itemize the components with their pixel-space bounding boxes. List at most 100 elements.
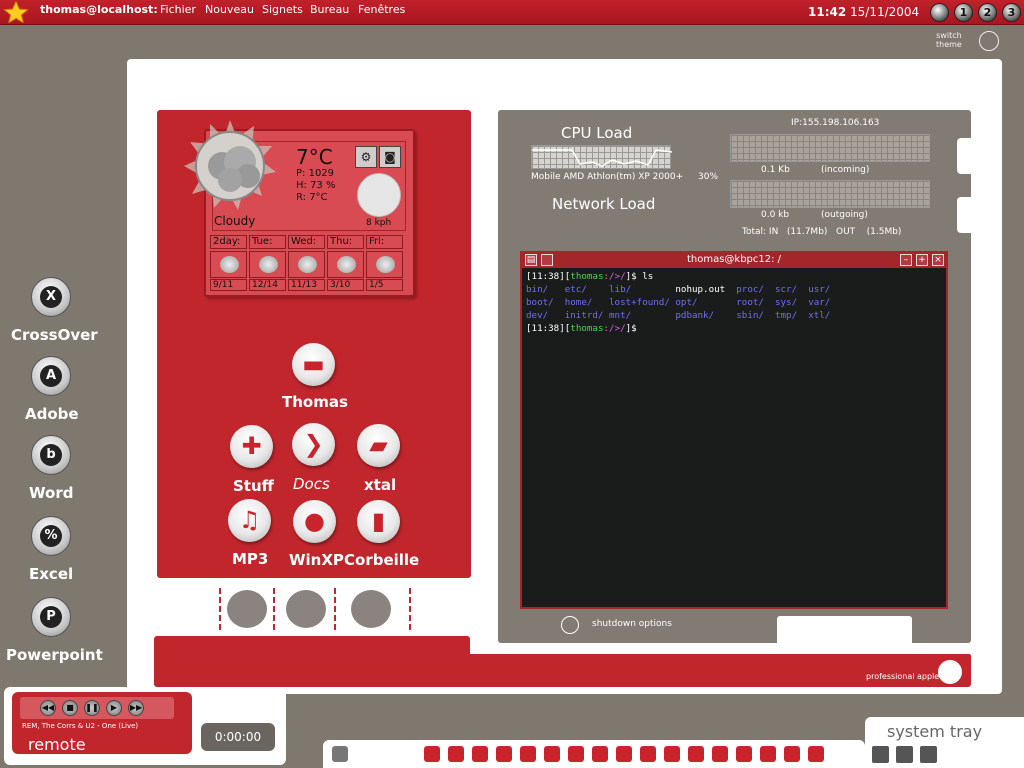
dock-label-excel[interactable]: Excel bbox=[29, 565, 73, 583]
taskbar-app-icon[interactable] bbox=[736, 746, 752, 762]
word-icon[interactable]: b bbox=[31, 435, 71, 475]
taskbar-app-icon[interactable] bbox=[760, 746, 776, 762]
panel-side-tab[interactable] bbox=[957, 138, 987, 174]
taskbar-app-icon[interactable] bbox=[448, 746, 464, 762]
taskbar-app-icon[interactable] bbox=[712, 746, 728, 762]
taskbar-app-icon[interactable] bbox=[520, 746, 536, 762]
terminal-ls-entry: lib/ bbox=[609, 284, 676, 295]
tray-app-icon[interactable] bbox=[920, 746, 937, 763]
excel-icon[interactable]: % bbox=[31, 516, 71, 556]
tab-system[interactable] bbox=[341, 588, 411, 630]
menu-fenetres[interactable]: Fenêtres bbox=[358, 3, 405, 16]
clock[interactable]: 11:42 bbox=[808, 5, 846, 19]
forecast-day: Wed: bbox=[288, 235, 325, 249]
weather-camera-icon[interactable]: ◙ bbox=[379, 146, 401, 168]
apple-logo-icon bbox=[938, 660, 962, 684]
app-label-xtal[interactable]: xtal bbox=[364, 476, 396, 494]
terminal-ls-entry: mnt/ bbox=[609, 310, 676, 321]
xtal-icon[interactable]: ▰ bbox=[357, 424, 400, 467]
dock-label-word[interactable]: Word bbox=[29, 484, 73, 502]
menu-bureau[interactable]: Bureau bbox=[310, 3, 349, 16]
app-label-winxp[interactable]: WinXP bbox=[289, 551, 344, 569]
taskbar-app-icon[interactable] bbox=[664, 746, 680, 762]
branding-text: professional apple bbox=[866, 672, 940, 681]
taskbar-app-icon[interactable] bbox=[544, 746, 560, 762]
stuff-icon[interactable]: ✚ bbox=[230, 425, 273, 468]
next-track-button[interactable]: ▶▶ bbox=[128, 700, 144, 716]
play-button[interactable]: ▶ bbox=[106, 700, 122, 716]
adobe-icon[interactable]: A bbox=[31, 356, 71, 396]
weather-condition: Cloudy bbox=[214, 214, 256, 228]
shutdown-options-link[interactable]: shutdown options bbox=[592, 619, 672, 629]
minimize-icon[interactable]: – bbox=[900, 254, 912, 266]
cpu-load-line bbox=[532, 149, 673, 167]
crossover-icon[interactable]: X bbox=[31, 277, 71, 317]
weather-temperature: 7°C bbox=[296, 145, 333, 169]
tray-mixer-icon[interactable] bbox=[896, 746, 913, 763]
tray-plug-icon[interactable] bbox=[872, 746, 889, 763]
docs-icon[interactable]: ❯ bbox=[292, 423, 335, 466]
tab-media[interactable] bbox=[219, 588, 275, 630]
app-label-stuff[interactable]: Stuff bbox=[233, 477, 274, 495]
stop-button[interactable]: ■ bbox=[62, 700, 78, 716]
taskbar-app-icon[interactable] bbox=[568, 746, 584, 762]
mp3-music-icon[interactable]: ♫ bbox=[228, 499, 271, 542]
menu-signets[interactable]: Signets bbox=[262, 3, 303, 16]
switch-theme-icon[interactable] bbox=[979, 31, 999, 51]
terminal-titlebar[interactable]: ▤ thomas@kbpc12: / – + × bbox=[522, 253, 946, 268]
terminal-ls-entry: usr/ bbox=[808, 284, 842, 295]
taskbar-app-icon[interactable] bbox=[784, 746, 800, 762]
terminal-output[interactable]: [11:38][thomas:/>/]$ ls bin/ etc/ lib/ no… bbox=[526, 270, 841, 335]
forecast-temps: 9/11 bbox=[210, 279, 247, 291]
terminal-ls-row: dev/ initrd/ mnt/ pdbank/ sbin/ tmp/ xtl… bbox=[526, 309, 841, 322]
menu-nouveau[interactable]: Nouveau bbox=[205, 3, 254, 16]
panel-side-tab[interactable] bbox=[957, 197, 987, 233]
terminal-ls-entry: sys/ bbox=[774, 297, 809, 308]
app-label-thomas[interactable]: Thomas bbox=[282, 393, 348, 411]
kde-menu-star-icon[interactable] bbox=[2, 1, 30, 23]
desktop-3-button[interactable]: 3 bbox=[1002, 3, 1021, 22]
weather-wind-speed: 8 kph bbox=[366, 218, 392, 228]
dock-label-powerpoint[interactable]: Powerpoint bbox=[6, 646, 103, 664]
switch-theme-label[interactable]: switch theme bbox=[936, 31, 962, 49]
taskbar-app-icon[interactable] bbox=[424, 746, 440, 762]
outgoing-rate: 0.0 kb bbox=[761, 210, 790, 220]
taskbar-app-icon[interactable] bbox=[472, 746, 488, 762]
dock-label-adobe[interactable]: Adobe bbox=[25, 405, 79, 423]
power-icon[interactable] bbox=[561, 616, 579, 634]
terminal-ls-entry: bin/ bbox=[526, 284, 565, 295]
taskbar-app-icon[interactable] bbox=[688, 746, 704, 762]
taskbar-app-icon[interactable] bbox=[808, 746, 824, 762]
taskbar-app-icon[interactable] bbox=[592, 746, 608, 762]
desktop-overview-icon[interactable] bbox=[930, 3, 949, 22]
terminal-ls-entry: nohup.out bbox=[675, 284, 737, 295]
terminal-prompt-line: [11:38][thomas:/>/]$ ls bbox=[526, 271, 654, 282]
maximize-icon[interactable]: + bbox=[916, 254, 928, 266]
dock-label-crossover[interactable]: CrossOver bbox=[11, 326, 98, 344]
powerpoint-icon[interactable]: P bbox=[31, 597, 71, 637]
taskbar-app-icon[interactable] bbox=[616, 746, 632, 762]
terminal-window[interactable]: ▤ thomas@kbpc12: / – + × [11:38][thomas:… bbox=[520, 251, 948, 609]
trash-icon[interactable]: ▮ bbox=[357, 500, 400, 543]
remote-label: remote bbox=[28, 735, 86, 754]
app-label-mp3[interactable]: MP3 bbox=[232, 550, 268, 568]
winxp-apple-icon[interactable]: ● bbox=[293, 500, 336, 543]
tab-programs[interactable] bbox=[280, 588, 336, 630]
desktop-2-button[interactable]: 2 bbox=[978, 3, 997, 22]
thomas-home-icon[interactable]: ▬ bbox=[292, 343, 335, 386]
forecast-day: Fri: bbox=[366, 235, 403, 249]
app-label-corbeille[interactable]: Corbeille bbox=[344, 551, 419, 569]
taskbar-app-icon[interactable] bbox=[496, 746, 512, 762]
forecast-day: Tue: bbox=[249, 235, 286, 249]
forecast-temps: 11/13 bbox=[288, 279, 325, 291]
show-desktop-icon[interactable] bbox=[332, 746, 348, 762]
close-icon[interactable]: × bbox=[932, 254, 944, 266]
forecast-weather-icon bbox=[249, 251, 286, 278]
previous-track-button[interactable]: ◀◀ bbox=[40, 700, 56, 716]
menu-fichier[interactable]: Fichier bbox=[160, 3, 196, 16]
pause-button[interactable]: ❚❚ bbox=[84, 700, 100, 716]
app-label-docs[interactable]: Docs bbox=[293, 475, 330, 493]
weather-settings-icon[interactable]: ⚙ bbox=[355, 146, 377, 168]
desktop-1-button[interactable]: 1 bbox=[954, 3, 973, 22]
taskbar-app-icon[interactable] bbox=[640, 746, 656, 762]
